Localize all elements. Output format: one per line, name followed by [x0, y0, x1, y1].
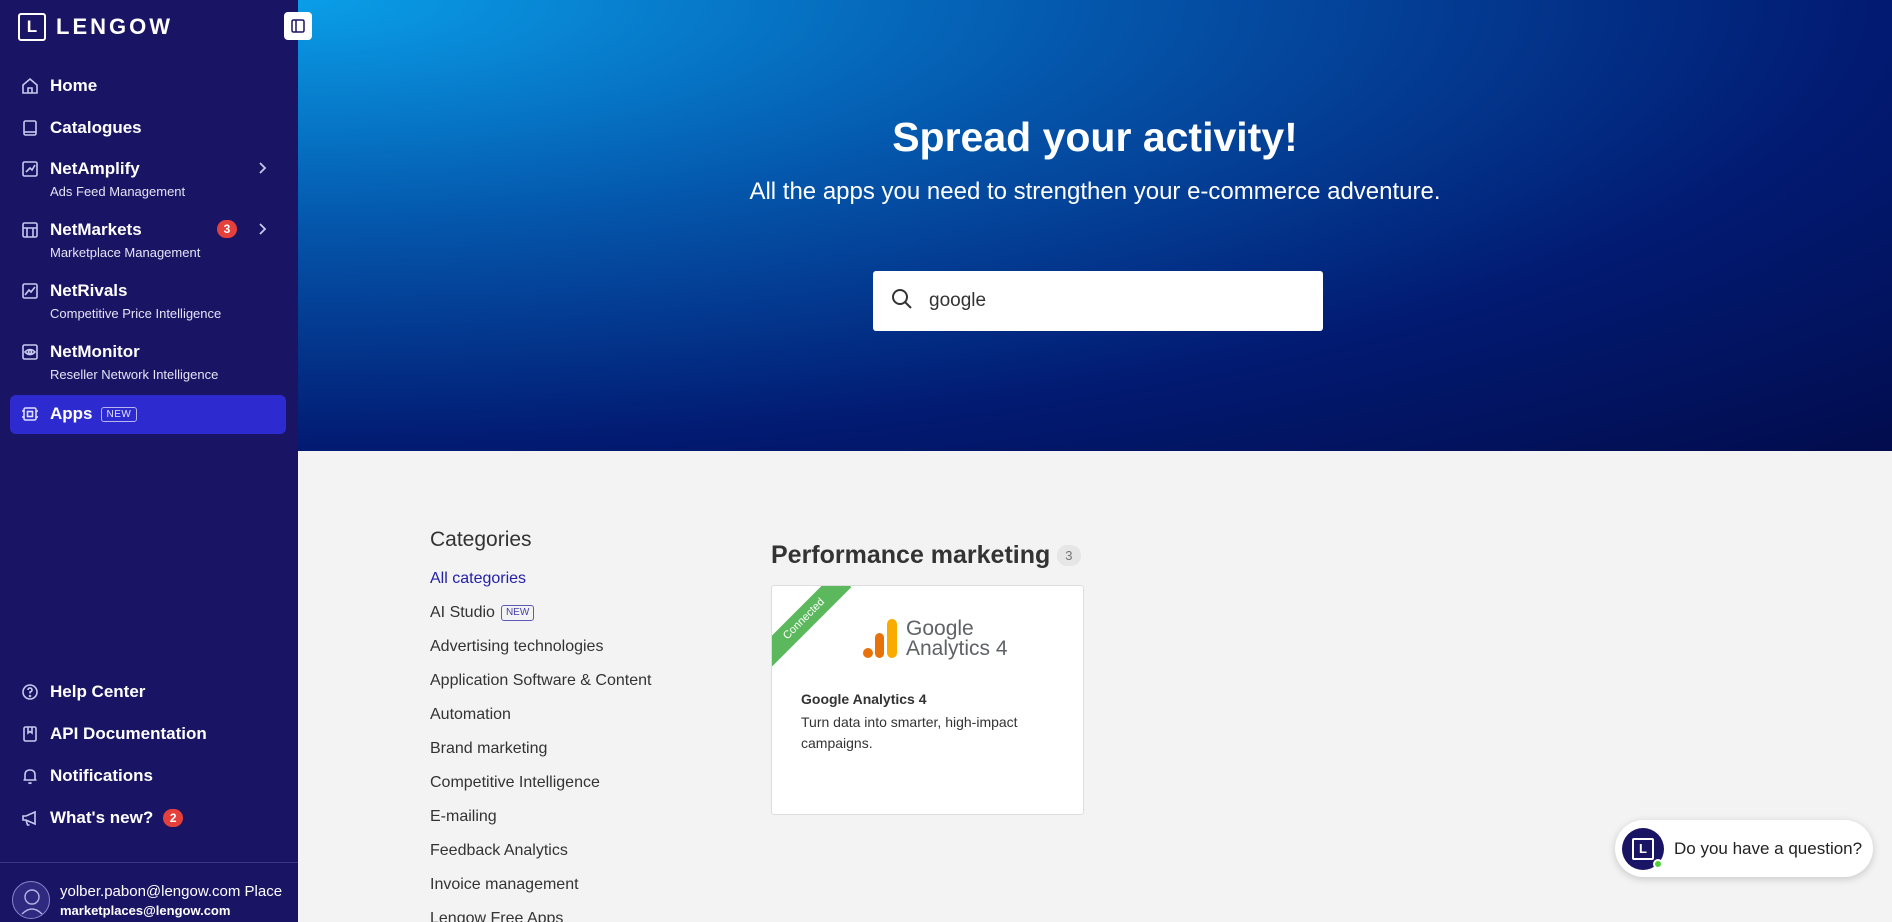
category-advertising-technologies[interactable]: Advertising technologies [430, 636, 651, 670]
chevron-right-icon [256, 222, 268, 241]
hero-banner: Spread your activity! All the apps you n… [298, 0, 1892, 451]
sidebar-item-label: NetMarkets [50, 220, 142, 239]
category-application-software[interactable]: Application Software & Content [430, 670, 651, 704]
megaphone-icon [20, 808, 40, 828]
category-all[interactable]: All categories [430, 568, 651, 602]
sidebar-item-whats-new[interactable]: What's new? 2 [10, 808, 286, 828]
sidebar-item-label: Home [50, 76, 98, 95]
category-competitive-intelligence[interactable]: Competitive Intelligence [430, 772, 651, 806]
app-card-google-analytics[interactable]: Connected Google Analytics 4 Google Anal… [771, 585, 1084, 815]
logo-mark: L [18, 13, 46, 41]
store-icon [20, 220, 40, 240]
chart-icon [20, 281, 40, 301]
section-header: Performance marketing 3 [771, 541, 1081, 570]
avatar [12, 881, 50, 919]
category-feedback-analytics[interactable]: Feedback Analytics [430, 840, 651, 874]
section-count-badge: 3 [1057, 545, 1081, 566]
logo-line2: Analytics 4 [906, 637, 1008, 660]
logo-text: LENGOW [56, 14, 173, 39]
app-card-title: Google Analytics 4 [801, 691, 927, 707]
sidebar-item-apps[interactable]: Apps NEW [10, 404, 286, 424]
page-title: Spread your activity! [892, 114, 1298, 160]
sidebar-item-label: API Documentation [50, 724, 207, 743]
connected-ribbon: Connected [772, 586, 852, 666]
sidebar-item-netamplify[interactable]: NetAmplify Ads Feed Management [10, 159, 286, 200]
categories-list: All categories AI Studio NEW Advertising… [430, 568, 651, 922]
sidebar-item-home[interactable]: Home [10, 76, 286, 96]
sidebar-item-label: Catalogues [50, 118, 142, 137]
search-icon [891, 288, 913, 315]
chevron-right-icon [256, 161, 268, 180]
notification-badge: 2 [163, 809, 184, 827]
eye-icon [20, 342, 40, 362]
sidebar-item-netrivals[interactable]: NetRivals Competitive Price Intelligence [10, 281, 286, 322]
online-status-dot [1653, 858, 1663, 869]
logo-line1: Google [906, 617, 974, 640]
new-tag: NEW [100, 406, 138, 422]
book-icon [20, 118, 40, 138]
chat-logo-mark: L [1632, 837, 1654, 860]
search-input[interactable] [929, 290, 1299, 312]
sidebar-toggle-icon [291, 19, 305, 33]
category-brand-marketing[interactable]: Brand marketing [430, 738, 651, 772]
sidebar-item-netmarkets[interactable]: NetMarkets Marketplace Management 3 [10, 220, 286, 261]
google-analytics-logo: Google Analytics 4 [862, 617, 1008, 660]
sidebar-item-label: What's new? [50, 808, 154, 827]
documentation-icon [20, 724, 40, 744]
sidebar-item-label: NetAmplify [50, 159, 140, 178]
sidebar-item-label: Notifications [50, 766, 153, 785]
sidebar-item-notifications[interactable]: Notifications [10, 766, 286, 786]
app-card-description: Turn data into smarter, high-impact camp… [801, 714, 1018, 751]
sidebar: L LENGOW Home Catalogues NetAmplify Ads … [0, 0, 298, 922]
apps-icon [20, 404, 40, 424]
sidebar-item-label: Apps [50, 404, 93, 423]
user-account[interactable]: yolber.pabon@lengow.com Place marketplac… [0, 862, 298, 922]
category-automation[interactable]: Automation [430, 704, 651, 738]
search-box[interactable] [873, 271, 1323, 331]
ribbon-label: Connected [772, 586, 852, 666]
account-email: marketplaces@lengow.com [60, 903, 231, 918]
category-lengow-free-apps[interactable]: Lengow Free Apps [430, 908, 651, 922]
chat-label: Do you have a question? [1674, 838, 1863, 858]
category-label: AI Studio [430, 604, 495, 621]
amplify-icon [20, 159, 40, 179]
sidebar-item-netmonitor[interactable]: NetMonitor Reseller Network Intelligence [10, 342, 286, 383]
bell-icon [20, 766, 40, 786]
analytics-bars-icon [863, 619, 897, 658]
sidebar-item-subtitle: Ads Feed Management [50, 184, 186, 199]
chat-widget-button[interactable]: L Do you have a question? [1615, 820, 1873, 877]
category-ai-studio[interactable]: AI Studio NEW [430, 602, 651, 636]
section-title: Performance marketing [771, 541, 1051, 569]
sidebar-item-subtitle: Marketplace Management [50, 245, 201, 260]
collapse-sidebar-button[interactable] [284, 12, 312, 40]
sidebar-item-label: Help Center [50, 682, 146, 701]
categories-title: Categories [430, 528, 532, 551]
category-e-mailing[interactable]: E-mailing [430, 806, 651, 840]
chat-avatar: L [1622, 827, 1664, 870]
notification-badge: 3 [217, 220, 237, 238]
help-icon [20, 682, 40, 702]
home-icon [20, 76, 40, 96]
sidebar-item-label: NetMonitor [50, 342, 140, 361]
sidebar-item-api-documentation[interactable]: API Documentation [10, 724, 286, 744]
sidebar-item-help-center[interactable]: Help Center [10, 682, 286, 702]
sidebar-item-catalogues[interactable]: Catalogues [10, 118, 286, 138]
category-invoice-management[interactable]: Invoice management [430, 874, 651, 908]
sidebar-item-label: NetRivals [50, 281, 128, 300]
lengow-logo[interactable]: L LENGOW [18, 13, 173, 41]
user-email: yolber.pabon@lengow.com Place [60, 883, 283, 900]
sidebar-item-subtitle: Reseller Network Intelligence [50, 367, 219, 382]
sidebar-item-subtitle: Competitive Price Intelligence [50, 306, 222, 321]
new-tag: NEW [500, 605, 535, 621]
page-subtitle: All the apps you need to strengthen your… [749, 178, 1441, 205]
